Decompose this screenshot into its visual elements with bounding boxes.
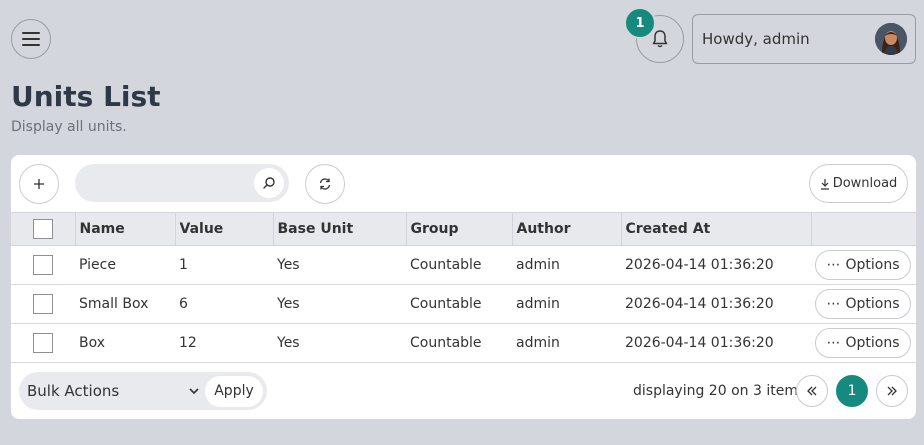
row-select-cell xyxy=(11,246,75,285)
cell-base-unit: Yes xyxy=(277,257,300,273)
cell-value: 6 xyxy=(179,296,188,312)
refresh-icon xyxy=(319,178,331,190)
add-unit-button[interactable] xyxy=(19,164,59,204)
cell-group: Countable xyxy=(410,257,482,273)
page-button-current[interactable]: 1 xyxy=(836,375,868,407)
cell-name: Box xyxy=(79,335,106,351)
cell-value: 1 xyxy=(179,257,188,273)
table-row: Box 12 Yes Countable admin 2026-04-14 01… xyxy=(11,324,916,363)
plus-icon xyxy=(34,179,44,189)
cell-actions: ⋯ Options xyxy=(811,285,916,324)
row-checkbox[interactable] xyxy=(33,294,53,314)
select-all-cell xyxy=(11,212,75,246)
options-button[interactable]: ⋯ Options xyxy=(815,250,911,280)
cell-actions: ⋯ Options xyxy=(811,324,916,363)
search-button[interactable] xyxy=(254,168,284,198)
row-select-cell xyxy=(11,324,75,363)
options-label: Options xyxy=(845,335,900,351)
cell-base-unit: Yes xyxy=(277,335,300,351)
cell-name: Piece xyxy=(79,257,116,273)
options-label: Options xyxy=(845,296,900,312)
units-card: Download Name Value Base Unit Group Auth… xyxy=(11,155,916,419)
units-table: Name Value Base Unit Group Author Create… xyxy=(11,212,916,363)
download-button[interactable]: Download xyxy=(809,164,908,203)
user-menu[interactable]: Howdy, admin xyxy=(692,14,916,64)
chevrons-right-icon xyxy=(887,386,897,396)
cell-actions: ⋯ Options xyxy=(811,246,916,285)
row-select-cell xyxy=(11,285,75,324)
more-dots-icon: ⋯ xyxy=(826,296,841,312)
toolbar: Download xyxy=(11,155,916,212)
cell-author: admin xyxy=(516,257,560,273)
hamburger-icon xyxy=(22,32,40,46)
refresh-button[interactable] xyxy=(305,164,345,204)
row-checkbox[interactable] xyxy=(33,333,53,353)
cell-name: Small Box xyxy=(79,296,149,312)
greeting-text: Howdy, admin xyxy=(702,30,810,48)
cell-group: Countable xyxy=(410,335,482,351)
cell-author: admin xyxy=(516,335,560,351)
cell-group: Countable xyxy=(410,296,482,312)
select-all-checkbox[interactable] xyxy=(33,219,53,239)
cell-value: 12 xyxy=(179,335,197,351)
download-label: Download xyxy=(832,176,898,191)
apply-button[interactable]: Apply xyxy=(205,375,263,407)
chevron-down-icon xyxy=(189,387,199,394)
page-subtitle: Display all units. xyxy=(11,119,127,135)
cell-created-at: 2026-04-14 01:36:20 xyxy=(625,296,774,312)
bulk-actions-label: Bulk Actions xyxy=(27,382,120,400)
cell-base-unit: Yes xyxy=(277,296,300,312)
notification-badge: 1 xyxy=(624,7,656,39)
bulk-actions-select[interactable]: Bulk Actions xyxy=(19,372,205,410)
options-button[interactable]: ⋯ Options xyxy=(815,328,911,358)
table-header-row: Name Value Base Unit Group Author Create… xyxy=(11,212,916,246)
chevrons-left-icon xyxy=(807,386,817,396)
more-dots-icon: ⋯ xyxy=(826,257,841,273)
column-header-group[interactable]: Group xyxy=(405,212,512,246)
options-label: Options xyxy=(845,257,900,273)
column-header-name[interactable]: Name xyxy=(74,212,175,246)
cell-author: admin xyxy=(516,296,560,312)
table-footer: Bulk Actions Apply displaying 20 on 3 it… xyxy=(11,363,916,419)
column-header-author[interactable]: Author xyxy=(511,212,621,246)
cell-created-at: 2026-04-14 01:36:20 xyxy=(625,335,774,351)
column-header-base-unit[interactable]: Base Unit xyxy=(272,212,406,246)
options-button[interactable]: ⋯ Options xyxy=(815,289,911,319)
column-header-value[interactable]: Value xyxy=(174,212,273,246)
row-checkbox[interactable] xyxy=(33,255,53,275)
download-icon xyxy=(820,178,829,190)
item-count-text: displaying 20 on 3 items xyxy=(633,383,806,399)
bulk-actions-group: Bulk Actions Apply xyxy=(19,372,267,410)
menu-button[interactable] xyxy=(11,19,51,59)
page-title: Units List xyxy=(11,80,161,113)
column-header-actions xyxy=(810,212,916,246)
table-row: Small Box 6 Yes Countable admin 2026-04-… xyxy=(11,285,916,324)
search-icon xyxy=(263,177,275,189)
avatar xyxy=(875,23,907,55)
more-dots-icon: ⋯ xyxy=(826,335,841,351)
search-box xyxy=(75,164,289,202)
first-page-button[interactable] xyxy=(796,375,828,407)
last-page-button[interactable] xyxy=(876,375,908,407)
column-header-created-at[interactable]: Created At xyxy=(620,212,811,246)
cell-created-at: 2026-04-14 01:36:20 xyxy=(625,257,774,273)
table-row: Piece 1 Yes Countable admin 2026-04-14 0… xyxy=(11,246,916,285)
bell-icon xyxy=(652,30,668,48)
